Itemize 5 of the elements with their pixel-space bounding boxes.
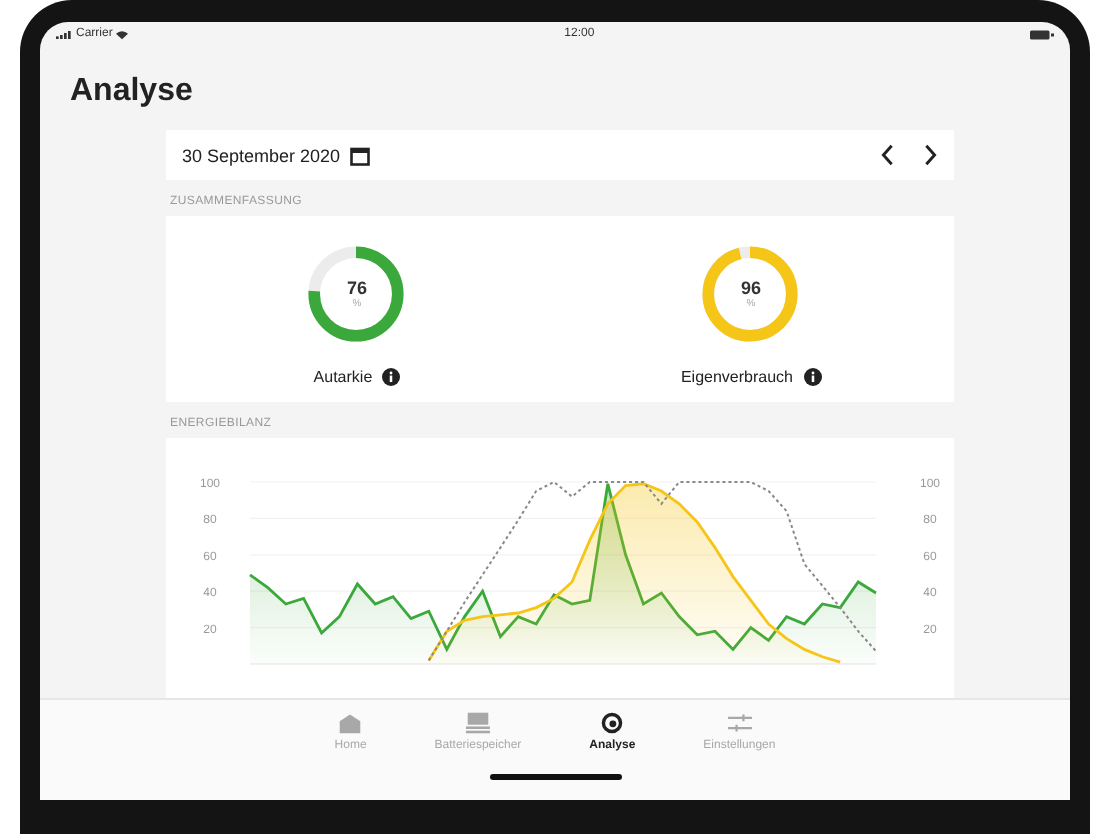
gauge-value: 96	[740, 278, 761, 298]
gauge-value: 76	[346, 278, 367, 298]
page-title: Analyse	[70, 74, 195, 110]
gauge-label: Autarkie	[313, 368, 373, 386]
gauge-label: Eigenverbrauch	[680, 368, 793, 386]
